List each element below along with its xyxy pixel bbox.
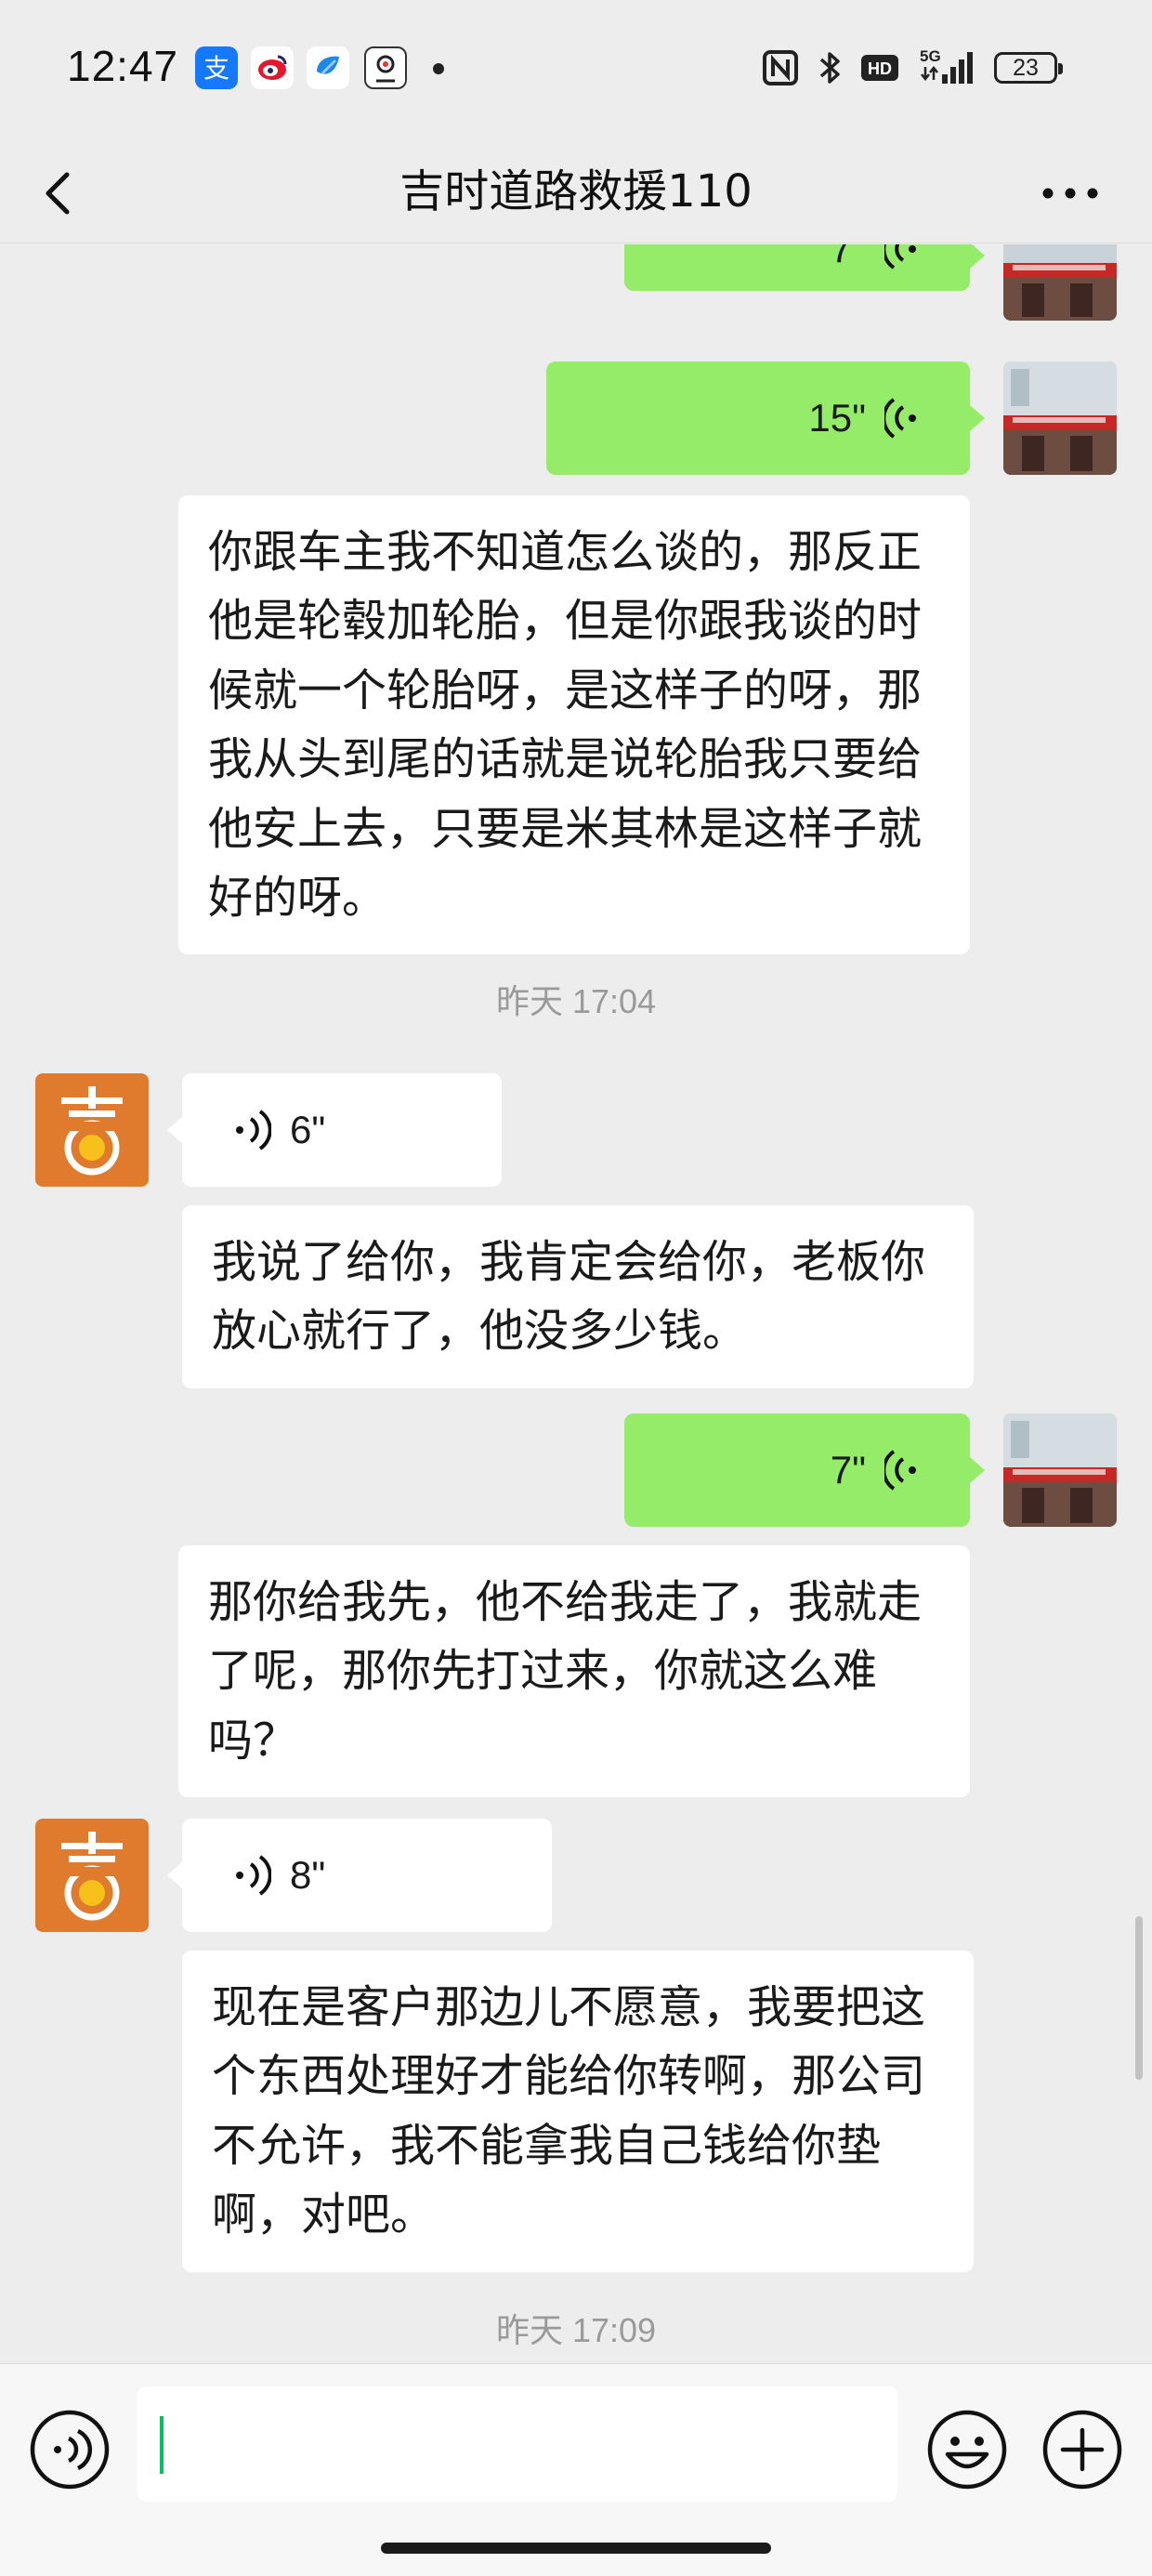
chat-scrollbar[interactable] (1135, 1916, 1143, 2080)
voice-wave-icon (884, 1450, 916, 1491)
status-clock: 12:47 (67, 42, 179, 90)
voice-wave-icon (884, 244, 916, 269)
svg-text:5G: 5G (920, 47, 941, 65)
home-indicator[interactable] (381, 2543, 771, 2554)
browser-icon (307, 46, 349, 89)
voice-duration: 7" (830, 244, 866, 271)
jishi-logo-icon (35, 1073, 149, 1187)
voice-wave-icon (884, 398, 916, 439)
message-text: 我说了给你，我肯定会给你，老板你放心就行了，他没多少钱。 (212, 1236, 926, 1358)
weibo-icon (251, 46, 294, 89)
more-options-icon[interactable] (1039, 167, 1102, 219)
jishi-logo-icon (35, 1819, 149, 1932)
emoji-icon[interactable] (925, 2408, 1009, 2491)
svg-text:支: 支 (203, 53, 229, 84)
hd-icon: HD (861, 55, 898, 81)
notification-dot-icon (433, 63, 444, 74)
text-message-bubble[interactable]: 我说了给你，我肯定会给你，老板你放心就行了，他没多少钱。 (182, 1205, 974, 1388)
message-text: 你跟车主我不知道怎么谈的，那反正他是轮毂加轮胎，但是你跟我谈的时候就一个轮胎呀，… (208, 526, 923, 924)
chat-input-bar (0, 2363, 1152, 2576)
bluetooth-icon (819, 52, 840, 84)
alipay-icon: 支 (195, 46, 238, 89)
voice-message-bubble[interactable]: 8" (182, 1819, 552, 1932)
more-functions-plus-icon[interactable] (1041, 2408, 1124, 2491)
status-bar: 12:47 支 HD 5G 23 (0, 0, 1152, 139)
my-avatar[interactable] (1003, 361, 1117, 475)
signal-5g-icon: 5G (920, 47, 973, 84)
voice-duration: 8" (290, 1853, 326, 1898)
voice-duration: 6" (290, 1108, 326, 1152)
voice-message-bubble[interactable]: 6" (182, 1073, 502, 1187)
voice-message-bubble[interactable]: 7" (624, 244, 970, 291)
chat-title: 吉时道路救援110 (399, 165, 753, 217)
chat-header: 吉时道路救援110 (0, 139, 1152, 243)
voice-duration: 15" (808, 396, 866, 440)
text-message-bubble[interactable]: 你跟车主我不知道怎么谈的，那反正他是轮毂加轮胎，但是你跟我谈的时候就一个轮胎呀，… (178, 495, 970, 955)
voice-message-bubble[interactable]: 15" (546, 361, 970, 475)
text-message-bubble[interactable]: 现在是客户那边儿不愿意，我要把这个东西处理好才能给你转啊，那公司不允许，我不能拿… (182, 1951, 974, 2272)
my-avatar[interactable] (1003, 1413, 1117, 1527)
voice-input-toggle-icon[interactable] (28, 2408, 111, 2491)
voice-duration: 7" (830, 1448, 866, 1492)
contact-avatar[interactable] (35, 1073, 149, 1187)
voice-message-bubble[interactable]: 7" (624, 1413, 970, 1527)
svg-text:HD: HD (868, 59, 892, 78)
voice-wave-icon (236, 1855, 271, 1896)
text-message-bubble[interactable]: 那你给我先，他不给我走了，我就走了呢，那你先打过来，你就这么难吗？ (178, 1545, 970, 1798)
text-cursor (160, 2416, 164, 2474)
message-input[interactable] (137, 2386, 897, 2502)
voice-wave-icon (236, 1110, 271, 1150)
contact-avatar[interactable] (35, 1819, 149, 1932)
message-text: 那你给我先，他不给我走了，我就走了呢，那你先打过来，你就这么难吗？ (208, 1576, 923, 1767)
message-timestamp: 昨天 17:04 (495, 982, 657, 1020)
message-text: 现在是客户那边儿不愿意，我要把这个东西处理好才能给你转啊，那公司不允许，我不能拿… (212, 1981, 926, 2241)
chat-message-list[interactable]: 7" 15" 你跟车主我不知道怎么谈的，那反正他是轮毂加轮胎，但是你跟我谈的时候… (0, 244, 1152, 2363)
mini-app-icon (364, 46, 407, 89)
my-avatar[interactable] (1003, 244, 1117, 321)
message-timestamp: 昨天 17:09 (495, 2311, 657, 2349)
battery-icon: 23 (994, 52, 1063, 84)
nfc-icon (763, 50, 798, 85)
